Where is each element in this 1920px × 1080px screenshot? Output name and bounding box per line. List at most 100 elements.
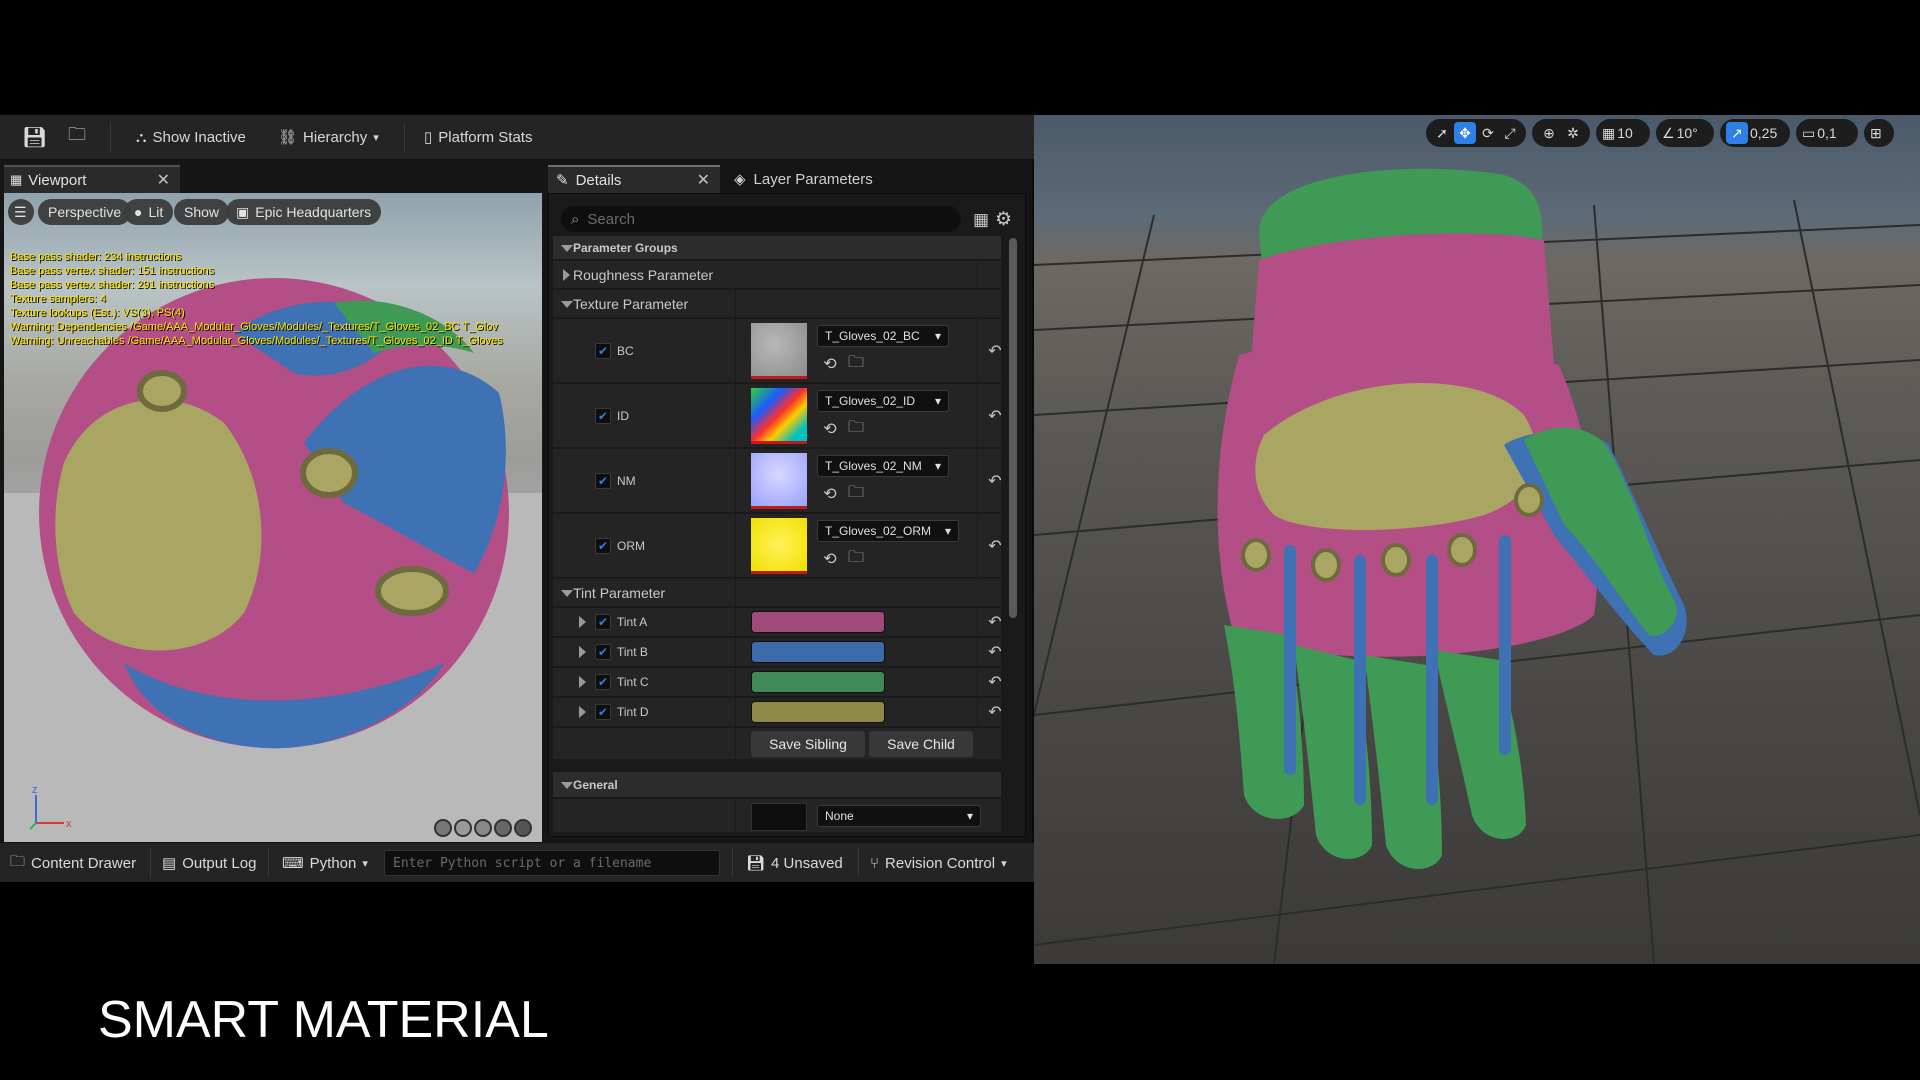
texture-asset-dropdown[interactable]: T_Gloves_02_BC ▾ bbox=[817, 325, 949, 347]
parent-material-dropdown[interactable]: None ▾ bbox=[817, 805, 981, 827]
rotate-icon[interactable]: ⟳ bbox=[1478, 125, 1498, 142]
glove-model[interactable] bbox=[1034, 115, 1920, 964]
image-icon: ▣ bbox=[236, 203, 250, 220]
reset-arrow-icon[interactable]: ↶ bbox=[987, 644, 1003, 661]
preview-scene-button[interactable]: ▣ Epic Headquarters bbox=[226, 199, 382, 225]
teapot-icon[interactable] bbox=[514, 819, 532, 837]
checkbox[interactable]: ✔ bbox=[595, 473, 611, 489]
cylinder-icon[interactable] bbox=[434, 819, 452, 837]
output-log-button[interactable]: ▤ Output Log bbox=[162, 850, 256, 876]
svg-text:x: x bbox=[66, 818, 72, 830]
reset-arrow-icon[interactable]: ↶ bbox=[987, 704, 1003, 721]
texture-asset-dropdown[interactable]: T_Gloves_02_ID ▾ bbox=[817, 390, 949, 412]
browse-button[interactable]: 🗀 bbox=[62, 123, 92, 151]
reset-arrow-icon[interactable]: ↶ bbox=[987, 473, 1003, 490]
tab-layer-parameters[interactable]: ◈ Layer Parameters bbox=[726, 165, 926, 193]
checkbox[interactable]: ✔ bbox=[595, 644, 611, 660]
viewport-icon: ▦ bbox=[10, 172, 23, 187]
grid-snap-value: 10 bbox=[1617, 125, 1633, 141]
perspective-button[interactable]: Perspective bbox=[38, 199, 132, 225]
camera-speed[interactable]: ▭ 0,1 bbox=[1796, 119, 1858, 147]
scale-icon[interactable]: ⤢ bbox=[1500, 125, 1520, 142]
color-swatch[interactable] bbox=[751, 611, 885, 633]
save-sibling-button[interactable]: Save Sibling bbox=[751, 731, 865, 757]
hierarchy-button[interactable]: ⛓ Hierarchy ▾ bbox=[272, 123, 385, 151]
browse-asset-icon[interactable]: 🗀 bbox=[847, 354, 865, 373]
group-roughness-parameter[interactable]: Roughness Parameter bbox=[553, 261, 1001, 289]
lit-button[interactable]: ● Lit bbox=[124, 199, 174, 225]
category-general[interactable]: General bbox=[553, 772, 1001, 798]
world-space-icon[interactable]: ⊕ bbox=[1538, 125, 1560, 142]
table-view-icon[interactable]: ▦ bbox=[973, 210, 989, 230]
reset-arrow-icon[interactable]: ↶ bbox=[987, 538, 1003, 555]
material-preview-viewport[interactable]: ☰ Perspective ● Lit Show ▣ Epic Headquar… bbox=[4, 193, 542, 855]
browse-asset-icon[interactable]: 🗀 bbox=[847, 484, 865, 503]
content-drawer-button[interactable]: 🗀 Content Drawer bbox=[10, 850, 136, 876]
checkbox[interactable]: ✔ bbox=[595, 674, 611, 690]
group-texture-parameter[interactable]: Texture Parameter bbox=[553, 290, 1001, 318]
save-button[interactable]: 💾︎ bbox=[16, 123, 53, 151]
select-icon[interactable]: ➚ bbox=[1432, 125, 1452, 142]
reset-arrow-icon[interactable]: ↶ bbox=[987, 674, 1003, 691]
checkbox[interactable]: ✔ bbox=[595, 343, 611, 359]
details-scrollbar[interactable] bbox=[1009, 238, 1017, 618]
revision-control-label: Revision Control bbox=[885, 854, 996, 872]
texture-thumbnail[interactable] bbox=[751, 453, 807, 509]
reset-arrow-icon[interactable]: ↶ bbox=[987, 408, 1003, 425]
gear-icon[interactable]: ⚙ bbox=[995, 208, 1012, 231]
viewport-layout-button[interactable]: ⊞ bbox=[1864, 119, 1894, 147]
use-selected-asset-icon[interactable]: ⟲ bbox=[821, 355, 839, 373]
browse-asset-icon[interactable]: 🗀 bbox=[847, 419, 865, 438]
scale-snap[interactable]: ↗ 0,25 bbox=[1720, 119, 1790, 147]
checkbox[interactable]: ✔ bbox=[595, 538, 611, 554]
plane-icon[interactable] bbox=[474, 819, 492, 837]
reset-arrow-icon[interactable]: ↶ bbox=[987, 343, 1003, 360]
status-divider bbox=[268, 849, 269, 877]
chevron-right-icon[interactable] bbox=[579, 646, 586, 658]
reset-arrow-icon[interactable]: ↶ bbox=[987, 614, 1003, 631]
texture-thumbnail[interactable] bbox=[751, 323, 807, 379]
unsaved-button[interactable]: 💾︎ 4 Unsaved bbox=[746, 850, 843, 876]
use-selected-asset-icon[interactable]: ⟲ bbox=[821, 420, 839, 438]
search-input[interactable]: ⌕ Search bbox=[561, 206, 961, 232]
viewport-menu-button[interactable]: ☰ bbox=[8, 199, 34, 225]
chevron-right-icon[interactable] bbox=[579, 616, 586, 628]
color-swatch[interactable] bbox=[751, 641, 885, 663]
checkbox[interactable]: ✔ bbox=[595, 614, 611, 630]
chevron-right-icon[interactable] bbox=[579, 706, 586, 718]
checkbox[interactable]: ✔ bbox=[595, 704, 611, 720]
browse-asset-icon[interactable]: 🗀 bbox=[847, 549, 865, 568]
level-viewport[interactable] bbox=[1034, 115, 1920, 964]
texture-row-orm: ✔ ORM T_Gloves_02_ORM ▾ ⟲ 🗀 ↶ bbox=[553, 514, 1003, 578]
asset-thumbnail-empty[interactable] bbox=[751, 803, 807, 831]
revision-control-dropdown[interactable]: ⑂ Revision Control ▾ bbox=[870, 850, 1007, 876]
platform-stats-button[interactable]: ▯ Platform Stats bbox=[418, 123, 538, 151]
show-inactive-button[interactable]: ⛬ Show Inactive bbox=[130, 123, 252, 151]
close-icon[interactable]: ✕ bbox=[157, 170, 170, 190]
move-icon[interactable]: ✥ bbox=[1454, 122, 1476, 144]
use-selected-asset-icon[interactable]: ⟲ bbox=[821, 485, 839, 503]
python-console-dropdown[interactable]: ⌨ Python ▾ bbox=[282, 850, 368, 876]
cube-icon[interactable] bbox=[494, 819, 512, 837]
chevron-right-icon[interactable] bbox=[579, 676, 586, 688]
show-button[interactable]: Show bbox=[174, 199, 230, 225]
sphere-icon[interactable] bbox=[454, 819, 472, 837]
color-swatch[interactable] bbox=[751, 701, 885, 723]
surface-snap-icon[interactable]: ✲ bbox=[1562, 125, 1584, 142]
tab-details[interactable]: ✎ Details ✕ bbox=[548, 165, 720, 193]
group-tint-parameter[interactable]: Tint Parameter bbox=[553, 579, 1001, 607]
tab-viewport[interactable]: ▦ Viewport ✕ bbox=[4, 165, 180, 193]
use-selected-asset-icon[interactable]: ⟲ bbox=[821, 550, 839, 568]
python-command-input[interactable]: Enter Python script or a filename bbox=[384, 850, 720, 876]
category-parameter-groups[interactable]: Parameter Groups bbox=[553, 236, 1001, 260]
save-child-button[interactable]: Save Child bbox=[869, 731, 973, 757]
angle-snap[interactable]: ∠ 10° bbox=[1656, 119, 1714, 147]
texture-asset-dropdown[interactable]: T_Gloves_02_NM ▾ bbox=[817, 455, 949, 477]
close-icon[interactable]: ✕ bbox=[697, 170, 710, 190]
texture-thumbnail[interactable] bbox=[751, 518, 807, 574]
color-swatch[interactable] bbox=[751, 671, 885, 693]
texture-thumbnail[interactable] bbox=[751, 388, 807, 444]
texture-asset-dropdown[interactable]: T_Gloves_02_ORM ▾ bbox=[817, 520, 959, 542]
checkbox[interactable]: ✔ bbox=[595, 408, 611, 424]
grid-snap[interactable]: ▦ 10 bbox=[1596, 119, 1650, 147]
